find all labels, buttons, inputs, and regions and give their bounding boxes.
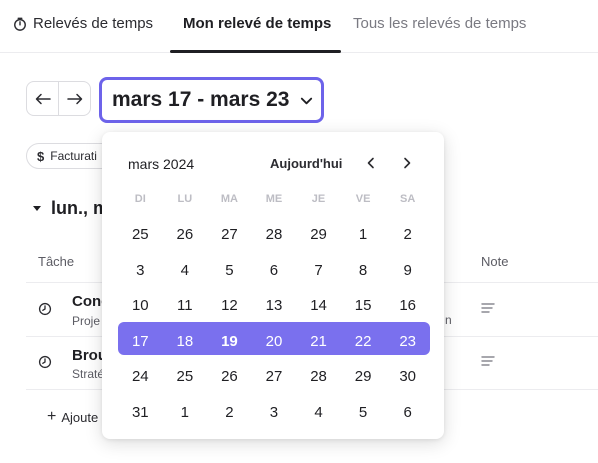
calendar-day[interactable]: 6 <box>252 253 297 289</box>
app-title[interactable]: Relevés de temps <box>13 15 153 32</box>
calendar-day[interactable]: 25 <box>163 359 208 395</box>
next-month-button[interactable] <box>398 154 416 172</box>
calendar-day[interactable]: 8 <box>341 253 386 289</box>
today-button[interactable]: Aujourd'hui <box>270 156 342 171</box>
calendar-day[interactable]: 6 <box>385 395 430 431</box>
calendar-day[interactable]: 9 <box>385 253 430 289</box>
entry-trailing-text: n <box>445 313 452 327</box>
week-range-selector[interactable]: mars 17 - mars 23 <box>99 77 324 123</box>
tab-my-timesheet[interactable]: Mon relevé de temps <box>183 15 331 32</box>
tab-active-indicator <box>170 50 341 53</box>
entry-project: Proje <box>72 314 101 328</box>
calendar-day[interactable]: 25 <box>118 217 163 253</box>
calendar-day[interactable]: 28 <box>296 359 341 395</box>
calendar-day[interactable]: 4 <box>296 395 341 431</box>
arrow-right-icon <box>66 93 82 104</box>
calendar-day[interactable]: 3 <box>118 253 163 289</box>
weekday-headers: DI LU MA ME JE VE SA <box>118 193 430 205</box>
calendar-day[interactable]: 5 <box>207 253 252 289</box>
calendar-day[interactable]: 18 <box>163 324 208 360</box>
calendar-day[interactable]: 15 <box>341 288 386 324</box>
calendar-day[interactable]: 17 <box>118 324 163 360</box>
arrow-left-icon <box>35 93 51 104</box>
week-nav-buttons <box>26 81 91 116</box>
column-header-note: Note <box>481 254 509 269</box>
day-section-header[interactable]: lun., m <box>33 198 109 219</box>
calendar-day[interactable]: 21 <box>296 324 341 360</box>
calendar-day[interactable]: 27 <box>207 217 252 253</box>
calendar-day[interactable]: 24 <box>118 359 163 395</box>
add-entry-label: Ajoute <box>61 409 99 425</box>
dollar-icon: $ <box>37 148 45 164</box>
weekday-header: MA <box>220 193 238 205</box>
clock-icon <box>38 355 52 369</box>
weekday-header: SA <box>400 193 416 205</box>
filter-chip-label: Facturati <box>50 149 97 163</box>
calendar-day[interactable]: 1 <box>341 217 386 253</box>
stopwatch-icon <box>14 17 26 31</box>
calendar-day[interactable]: 27 <box>252 359 297 395</box>
chevron-down-icon <box>301 97 313 104</box>
calendar-day[interactable]: 14 <box>296 288 341 324</box>
calendar-day[interactable]: 23 <box>385 324 430 360</box>
calendar-day[interactable]: 26 <box>207 359 252 395</box>
plus-icon: + <box>47 408 57 425</box>
tab-all-timesheets[interactable]: Tous les relevés de temps <box>353 15 526 32</box>
calendar-day[interactable]: 16 <box>385 288 430 324</box>
calendar-day[interactable]: 12 <box>207 288 252 324</box>
calendar-day[interactable]: 1 <box>163 395 208 431</box>
clock-icon <box>38 302 52 316</box>
calendar-day[interactable]: 28 <box>252 217 297 253</box>
calendar-day[interactable]: 13 <box>252 288 297 324</box>
next-week-button[interactable] <box>58 82 90 115</box>
day-section-label: lun., m <box>51 198 109 218</box>
note-lines-icon[interactable] <box>481 355 495 367</box>
date-picker-popup: mars 2024 Aujourd'hui DI LU MA ME JE VE SA 25 2… <box>102 132 444 439</box>
weekday-header: VE <box>355 193 371 205</box>
column-header-task: Tâche <box>38 254 75 269</box>
calendar-day[interactable]: 30 <box>385 359 430 395</box>
weekday-header: LU <box>177 193 193 205</box>
calendar-day[interactable]: 26 <box>163 217 208 253</box>
calendar-day[interactable]: 3 <box>252 395 297 431</box>
previous-month-button[interactable] <box>362 154 380 172</box>
calendar-day[interactable]: 2 <box>207 395 252 431</box>
previous-week-button[interactable] <box>27 82 58 115</box>
chevron-right-icon <box>404 157 411 169</box>
app-title-label: Relevés de temps <box>33 15 154 32</box>
calendar-day[interactable]: 2 <box>385 217 430 253</box>
calendar-day[interactable]: 19 <box>207 324 252 360</box>
calendar-day[interactable]: 29 <box>341 359 386 395</box>
calendar-day[interactable]: 11 <box>163 288 208 324</box>
calendar-day[interactable]: 5 <box>341 395 386 431</box>
week-range-label: mars 17 - mars 23 <box>112 88 290 111</box>
note-lines-icon[interactable] <box>481 302 495 314</box>
calendar-month-label: mars 2024 <box>128 156 195 172</box>
calendar-day[interactable]: 22 <box>341 324 386 360</box>
calendar-day[interactable]: 31 <box>118 395 163 431</box>
calendar-day[interactable]: 4 <box>163 253 208 289</box>
calendar-day-grid: 25 26 27 28 29 1 2 3 4 5 6 7 8 9 10 11 12 13 14 15 16 17 18 19 2… <box>118 217 430 430</box>
entry-project: Straté <box>72 367 105 381</box>
calendar-day[interactable]: 29 <box>296 217 341 253</box>
add-entry-button[interactable]: + Ajoute <box>47 408 98 426</box>
top-bar: Relevés de temps Mon relevé de temps Tou… <box>0 0 598 53</box>
calendar-day[interactable]: 20 <box>252 324 297 360</box>
weekday-header: ME <box>265 193 283 205</box>
chevron-left-icon <box>367 157 374 169</box>
calendar-day[interactable]: 10 <box>118 288 163 324</box>
weekday-header: DI <box>134 193 146 205</box>
calendar-day[interactable]: 7 <box>296 253 341 289</box>
weekday-header: JE <box>311 193 326 205</box>
caret-down-icon <box>33 205 41 211</box>
